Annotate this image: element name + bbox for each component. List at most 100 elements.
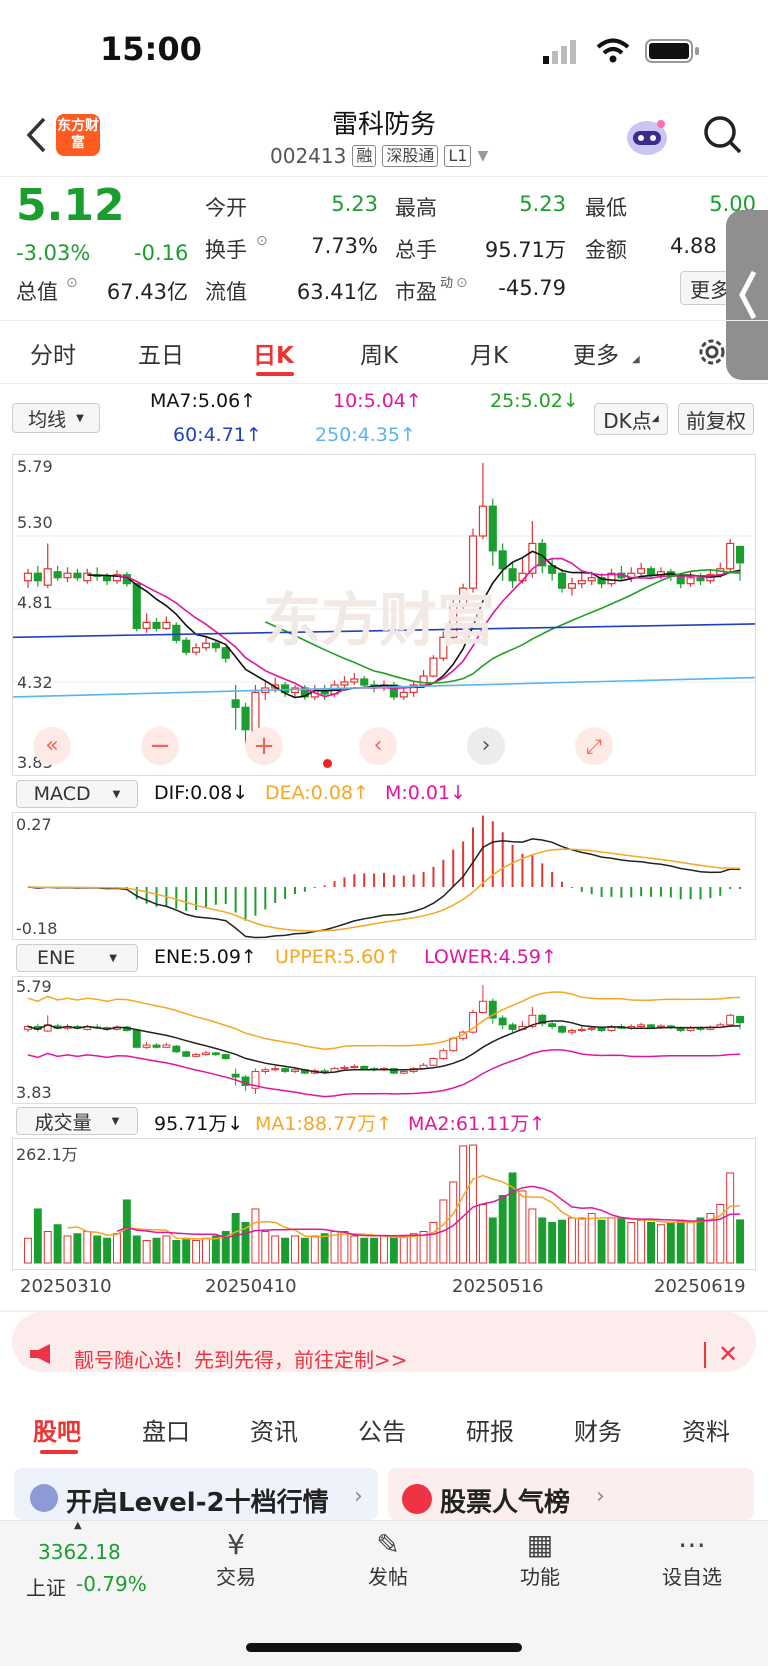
fullscreen-icon[interactable]: ⤢ xyxy=(575,727,613,765)
tab-news[interactable]: 资讯 xyxy=(250,1412,298,1447)
kline-candle xyxy=(142,621,151,629)
macd-m: M:0.01↓ xyxy=(385,782,467,804)
nav-watchlist[interactable]: ⋯ 设自选 xyxy=(652,1528,732,1590)
kline-candle xyxy=(508,568,517,582)
pe-superscript: 动 xyxy=(440,276,454,291)
ma-select[interactable]: 均线 ▼ xyxy=(12,403,100,433)
tab-research[interactable]: 研报 xyxy=(466,1412,514,1447)
nav-functions[interactable]: ▦ 功能 xyxy=(500,1528,580,1590)
macd-dif: DIF:0.08↓ xyxy=(154,782,249,804)
tab-intraday[interactable]: 分时 xyxy=(30,336,76,370)
value-pe: -45.79 xyxy=(498,276,566,300)
volume-select-label: 成交量 xyxy=(34,1111,92,1134)
ene-svg xyxy=(23,985,745,1098)
volume-ma1: MA1:88.77万↑ xyxy=(255,1113,393,1135)
volume-bar xyxy=(597,1219,606,1264)
more-dots-icon: ⋯ xyxy=(678,1528,706,1561)
info-icon[interactable]: ⊙ xyxy=(456,275,468,291)
volume-bar xyxy=(202,1237,210,1264)
nav-post[interactable]: ✎ 发帖 xyxy=(348,1528,428,1590)
tab-monthly-k[interactable]: 月K xyxy=(470,336,508,370)
ene-candle xyxy=(350,1065,359,1068)
dropdown-icon[interactable]: ▼ xyxy=(477,148,488,164)
volume-bar xyxy=(152,1237,161,1264)
index-change: -0.79% xyxy=(76,1572,147,1596)
ene-candle xyxy=(736,1015,745,1024)
kline-candle xyxy=(686,577,695,585)
zoom-in-icon[interactable]: + xyxy=(245,727,283,765)
info-icon[interactable]: ⊙ xyxy=(66,275,78,291)
chevron-down-icon: ▼ xyxy=(111,1115,120,1127)
kline-y3: 4.81 xyxy=(17,593,53,612)
date-label: 20250516 xyxy=(452,1276,544,1297)
ene-candle xyxy=(439,1050,448,1060)
popularity-card[interactable]: 股票人气榜 › xyxy=(388,1468,754,1520)
close-icon[interactable]: ✕ xyxy=(718,1340,738,1368)
index-value[interactable]: 3362.18 xyxy=(38,1540,121,1564)
tab-announcements[interactable]: 公告 xyxy=(358,1412,406,1447)
adjust-button[interactable]: 前复权 xyxy=(678,403,754,435)
volume-bar xyxy=(627,1221,636,1264)
settings-icon[interactable] xyxy=(696,336,728,372)
tab-five-day[interactable]: 五日 xyxy=(138,336,184,370)
volume-bar xyxy=(281,1237,290,1264)
label-turnover: 换手 xyxy=(205,238,247,262)
robot-assistant-icon[interactable] xyxy=(624,116,670,162)
status-time: 15:00 xyxy=(100,30,202,68)
scroll-left-fast-icon[interactable]: « xyxy=(33,727,71,765)
level2-card[interactable]: 开启Level-2十档行情 › xyxy=(14,1468,378,1520)
tab-finance[interactable]: 财务 xyxy=(574,1412,622,1447)
volume-bar xyxy=(350,1235,359,1264)
kline-candle xyxy=(201,642,211,649)
macd-chart[interactable]: 0.27 -0.18 xyxy=(12,812,756,940)
kline-chart[interactable]: 东方财富 5.79 5.30 4.81 4.32 3.83 « − + ‹ › … xyxy=(12,454,756,776)
dk-point-button[interactable]: DK点 ◢ xyxy=(594,403,668,435)
kline-candle xyxy=(182,639,191,653)
index-name: 上证 xyxy=(26,1576,66,1600)
volume-bar xyxy=(577,1217,586,1264)
kline-candle xyxy=(152,621,161,629)
kline-candle xyxy=(172,624,181,641)
home-indicator xyxy=(246,1643,522,1652)
nav-trade[interactable]: ¥ 交易 xyxy=(196,1528,276,1590)
level2-icon xyxy=(30,1484,58,1512)
volume-bar xyxy=(172,1239,181,1264)
volume-bar xyxy=(340,1230,349,1264)
ene-select[interactable]: ENE ▼ xyxy=(16,944,138,972)
scroll-right-icon[interactable]: › xyxy=(467,727,505,765)
macd-select-label: MACD xyxy=(33,783,91,805)
kline-candle xyxy=(162,621,171,629)
volume-bar xyxy=(676,1219,685,1264)
ma60-value: 60:4.71↑ xyxy=(173,424,262,446)
volume-chart[interactable]: 262.1万 xyxy=(12,1138,756,1270)
tab-more[interactable]: 更多 xyxy=(573,336,619,370)
kline-candle xyxy=(587,577,596,582)
ene-chart[interactable]: 5.79 3.83 xyxy=(12,976,756,1104)
ene-candle xyxy=(221,1054,230,1060)
zoom-out-icon[interactable]: − xyxy=(141,727,179,765)
volume-select[interactable]: 成交量 ▼ xyxy=(16,1107,138,1135)
tab-orderbook[interactable]: 盘口 xyxy=(142,1412,190,1447)
chevron-down-icon: ▼ xyxy=(109,952,117,964)
ma10-value: 10:5.04↑ xyxy=(333,390,422,412)
macd-select[interactable]: MACD ▼ xyxy=(16,780,138,808)
ene-lower: LOWER:4.59↑ xyxy=(424,946,557,968)
kline-y4: 4.32 xyxy=(17,673,53,692)
tab-daily-k[interactable]: 日K xyxy=(253,336,294,370)
info-icon[interactable]: ⊙ xyxy=(256,233,268,249)
search-icon[interactable] xyxy=(702,114,744,160)
macd-ymin: -0.18 xyxy=(16,919,58,938)
kline-candle xyxy=(132,583,141,629)
ene-candle xyxy=(202,1052,210,1056)
kline-candle xyxy=(429,657,438,677)
nav-post-label: 发帖 xyxy=(368,1565,408,1589)
kline-y2: 5.30 xyxy=(17,513,53,532)
ene-candle xyxy=(399,1070,408,1074)
scroll-left-icon[interactable]: ‹ xyxy=(359,727,397,765)
tab-weekly-k[interactable]: 周K xyxy=(360,336,398,370)
ene-candle xyxy=(291,1069,299,1072)
tab-profile[interactable]: 资料 xyxy=(682,1412,730,1447)
tab-guba[interactable]: 股吧 xyxy=(33,1412,81,1447)
ma25-value: 25:5.02↓ xyxy=(490,390,579,412)
wifi-icon xyxy=(596,38,630,68)
